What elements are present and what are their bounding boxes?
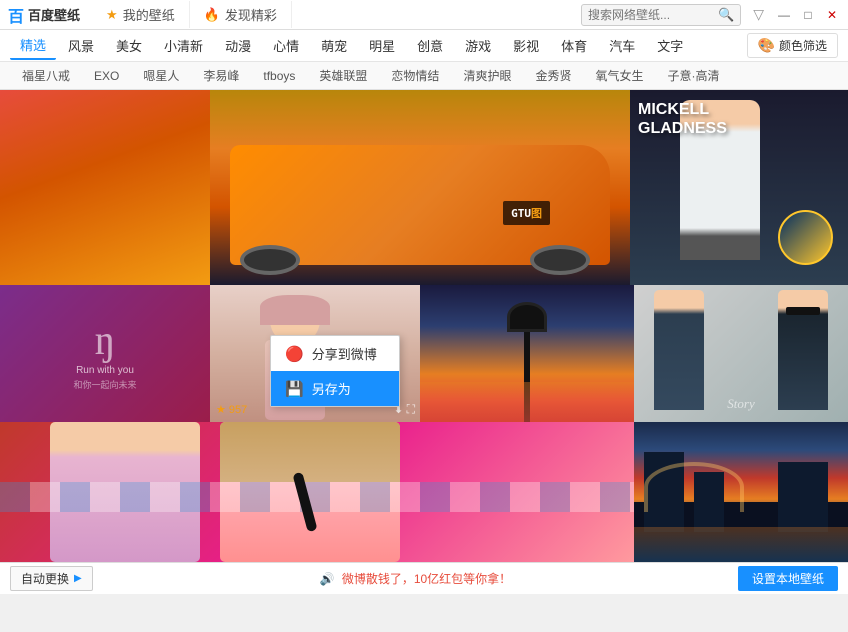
image-car-girl[interactable] — [0, 90, 210, 285]
color-filter-button[interactable]: 🎨 颜色筛选 — [747, 33, 838, 58]
palette-icon: 🎨 — [758, 37, 775, 54]
tag-nav: 福星八戒 EXO 嗯星人 李易峰 tfboys 英雄联盟 恋物情结 清爽护眼 金… — [0, 62, 848, 90]
cat-film[interactable]: 影视 — [503, 32, 549, 59]
cat-creative[interactable]: 创意 — [407, 32, 453, 59]
logo-icon: 百 — [8, 3, 24, 27]
tag-0[interactable]: 福星八戒 — [10, 64, 82, 87]
weibo-icon: 🔴 — [285, 345, 304, 363]
fullscreen-icon: ⛶ — [407, 402, 415, 417]
share-weibo-item[interactable]: 🔴 分享到微博 — [271, 336, 399, 371]
save-icon: 💾 — [285, 380, 304, 398]
tag-8[interactable]: 金秀贤 — [523, 64, 583, 87]
app-logo: 百 百度壁纸 — [8, 3, 80, 27]
main-content: GTU图 MICKELLGLADNESS ŋ Run with you 和你一起… — [0, 90, 848, 562]
cat-game[interactable]: 游戏 — [455, 32, 501, 59]
auto-change-label: 自动更换 — [21, 570, 69, 587]
star-icon: ★ — [216, 403, 226, 416]
cat-mood[interactable]: 心情 — [263, 32, 309, 59]
share-weibo-label: 分享到微博 — [312, 344, 377, 363]
image-row-2: ŋ Run with you 和你一起向未来 ★ 957 ⬇ — [0, 285, 848, 422]
tab-discover[interactable]: 🔥 发现精彩 — [190, 1, 292, 28]
close-button[interactable]: ✕ — [824, 7, 840, 23]
license-plate: GTU图 — [503, 201, 550, 225]
app-title: 百度壁纸 — [28, 5, 80, 24]
cat-text[interactable]: 文字 — [647, 32, 693, 59]
cat-fresh[interactable]: 小清新 — [154, 32, 213, 59]
cat-cute-pet[interactable]: 萌宠 — [311, 32, 357, 59]
tab-my-wallpaper[interactable]: ★ 我的壁纸 — [92, 1, 190, 28]
fire-icon: 🔥 — [204, 7, 220, 23]
cat-featured[interactable]: 精选 — [10, 31, 56, 60]
image-anime-girl[interactable]: ★ 957 ⬇ ⛶ 🔴 分享到微博 💾 另存为 — [210, 285, 420, 422]
image-city-night[interactable] — [634, 422, 848, 562]
tag-2[interactable]: 嗯星人 — [131, 64, 191, 87]
set-wallpaper-button[interactable]: 设置本地壁纸 — [738, 566, 838, 591]
title-bar: 百 百度壁纸 ★ 我的壁纸 🔥 发现精彩 🔍 ▽ — □ ✕ — [0, 0, 848, 30]
basketball-player-name: MICKELLGLADNESS — [638, 100, 727, 138]
tab-discover-label: 发现精彩 — [225, 5, 277, 24]
speaker-icon: 🔊 — [320, 572, 335, 586]
image-row-1: GTU图 MICKELLGLADNESS — [0, 90, 848, 285]
image-car-main[interactable]: GTU图 — [210, 90, 630, 285]
search-input[interactable] — [588, 8, 718, 22]
cat-car[interactable]: 汽车 — [599, 32, 645, 59]
auto-change-button[interactable]: 自动更换 ▶ — [10, 566, 93, 591]
search-icon[interactable]: 🔍 — [718, 7, 734, 23]
tag-7[interactable]: 清爽护眼 — [451, 64, 523, 87]
play-icon: ▶ — [74, 573, 82, 584]
cat-scenery[interactable]: 风景 — [58, 32, 104, 59]
cat-sport[interactable]: 体育 — [551, 32, 597, 59]
window-controls: ▽ — □ ✕ — [749, 4, 840, 25]
star-badge: ★ 957 — [216, 403, 247, 416]
image-sunset[interactable] — [420, 285, 634, 422]
save-as-label: 另存为 — [312, 379, 351, 398]
tag-6[interactable]: 恋物情结 — [379, 64, 451, 87]
bottom-notice: 🔊 微博散钱了，10亿红包等你拿！ — [93, 570, 738, 587]
cat-beauty[interactable]: 美女 — [106, 32, 152, 59]
watermark: Story — [727, 396, 754, 412]
context-menu: 🔴 分享到微博 💾 另存为 — [270, 335, 400, 407]
tag-4[interactable]: tfboys — [251, 66, 307, 86]
filter-icon[interactable]: ▽ — [749, 4, 768, 25]
search-box[interactable]: 🔍 — [581, 4, 741, 26]
star-count: 957 — [229, 404, 247, 416]
tag-9[interactable]: 氧气女生 — [583, 64, 655, 87]
tag-1[interactable]: EXO — [82, 66, 131, 86]
title-nav-tabs: ★ 我的壁纸 🔥 发现精彩 — [92, 1, 581, 28]
cat-anime[interactable]: 动漫 — [215, 32, 261, 59]
minimize-button[interactable]: — — [776, 7, 792, 23]
star-icon: ★ — [106, 7, 118, 23]
tag-10[interactable]: 子意·高清 — [655, 64, 731, 87]
image-purple-text[interactable]: ŋ Run with you 和你一起向未来 — [0, 285, 210, 422]
notice-text: 微博散钱了，10亿红包等你拿！ — [342, 572, 511, 586]
tag-5[interactable]: 英雄联盟 — [307, 64, 379, 87]
image-row-3 — [0, 422, 848, 562]
image-basketball[interactable]: MICKELLGLADNESS — [630, 90, 848, 285]
save-as-item[interactable]: 💾 另存为 — [271, 371, 399, 406]
tag-3[interactable]: 李易峰 — [191, 64, 251, 87]
tab-my-wallpaper-label: 我的壁纸 — [123, 5, 175, 24]
cat-celebrity[interactable]: 明星 — [359, 32, 405, 59]
color-filter-label: 颜色筛选 — [779, 37, 827, 54]
image-idol-group[interactable] — [0, 422, 634, 562]
bottom-bar: 自动更换 ▶ 🔊 微博散钱了，10亿红包等你拿！ 设置本地壁纸 — [0, 562, 848, 594]
maximize-button[interactable]: □ — [800, 7, 816, 23]
image-fashion-men[interactable]: Story — [634, 285, 848, 422]
purple-text-content: ŋ Run with you 和你一起向未来 — [73, 317, 136, 391]
category-nav: 精选 风景 美女 小清新 动漫 心情 萌宠 明星 创意 游戏 影视 体育 汽车 … — [0, 30, 848, 62]
